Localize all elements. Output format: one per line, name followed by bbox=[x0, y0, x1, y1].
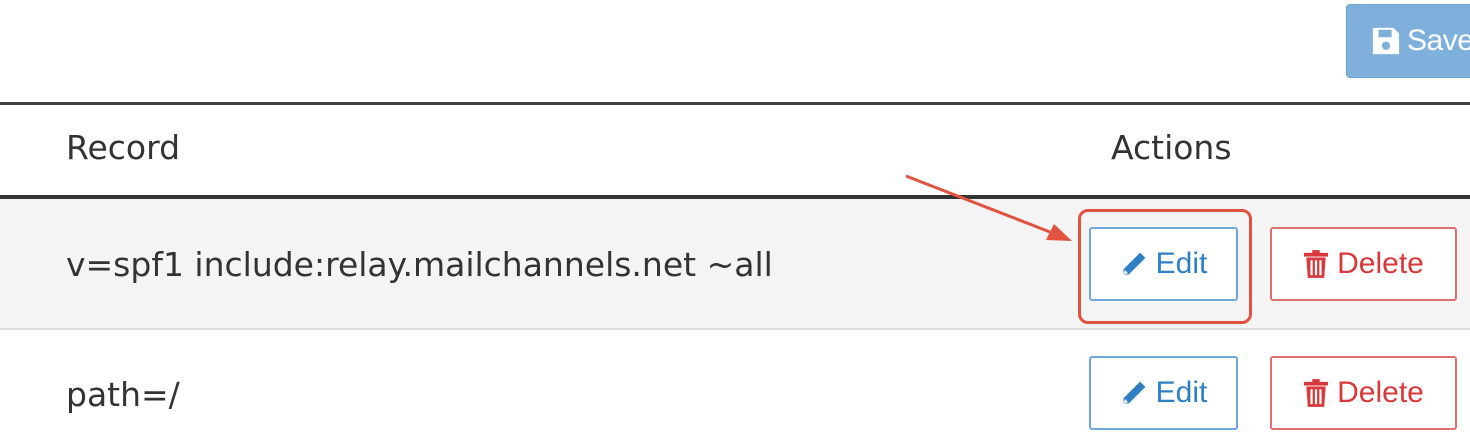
edit-button-label: Edit bbox=[1155, 376, 1208, 409]
edit-button-label: Edit bbox=[1155, 247, 1208, 280]
table-row: v=spf1 include:relay.mailchannels.net ~a… bbox=[0, 199, 1470, 328]
pencil-icon bbox=[1120, 379, 1148, 407]
trash-icon bbox=[1303, 249, 1329, 279]
edit-button[interactable]: Edit bbox=[1089, 227, 1238, 301]
save-button[interactable]: Save bbox=[1346, 4, 1470, 78]
save-button-label: Save bbox=[1407, 24, 1470, 57]
record-value: v=spf1 include:relay.mailchannels.net ~a… bbox=[66, 245, 773, 284]
edit-button[interactable]: Edit bbox=[1089, 356, 1238, 430]
table-top-border bbox=[0, 102, 1470, 105]
delete-button-label: Delete bbox=[1337, 376, 1424, 409]
column-header-record: Record bbox=[66, 128, 181, 167]
delete-button-label: Delete bbox=[1337, 247, 1424, 280]
record-value: path=/ bbox=[66, 375, 180, 414]
column-header-actions: Actions bbox=[1111, 128, 1232, 167]
delete-button[interactable]: Delete bbox=[1270, 356, 1457, 430]
floppy-disk-icon bbox=[1371, 26, 1401, 56]
delete-button[interactable]: Delete bbox=[1270, 227, 1457, 301]
pencil-icon bbox=[1120, 250, 1148, 278]
trash-icon bbox=[1303, 378, 1329, 408]
table-row: path=/ Edit Delete bbox=[0, 330, 1470, 444]
page: Save Record Actions v=spf1 include:relay… bbox=[0, 0, 1470, 444]
